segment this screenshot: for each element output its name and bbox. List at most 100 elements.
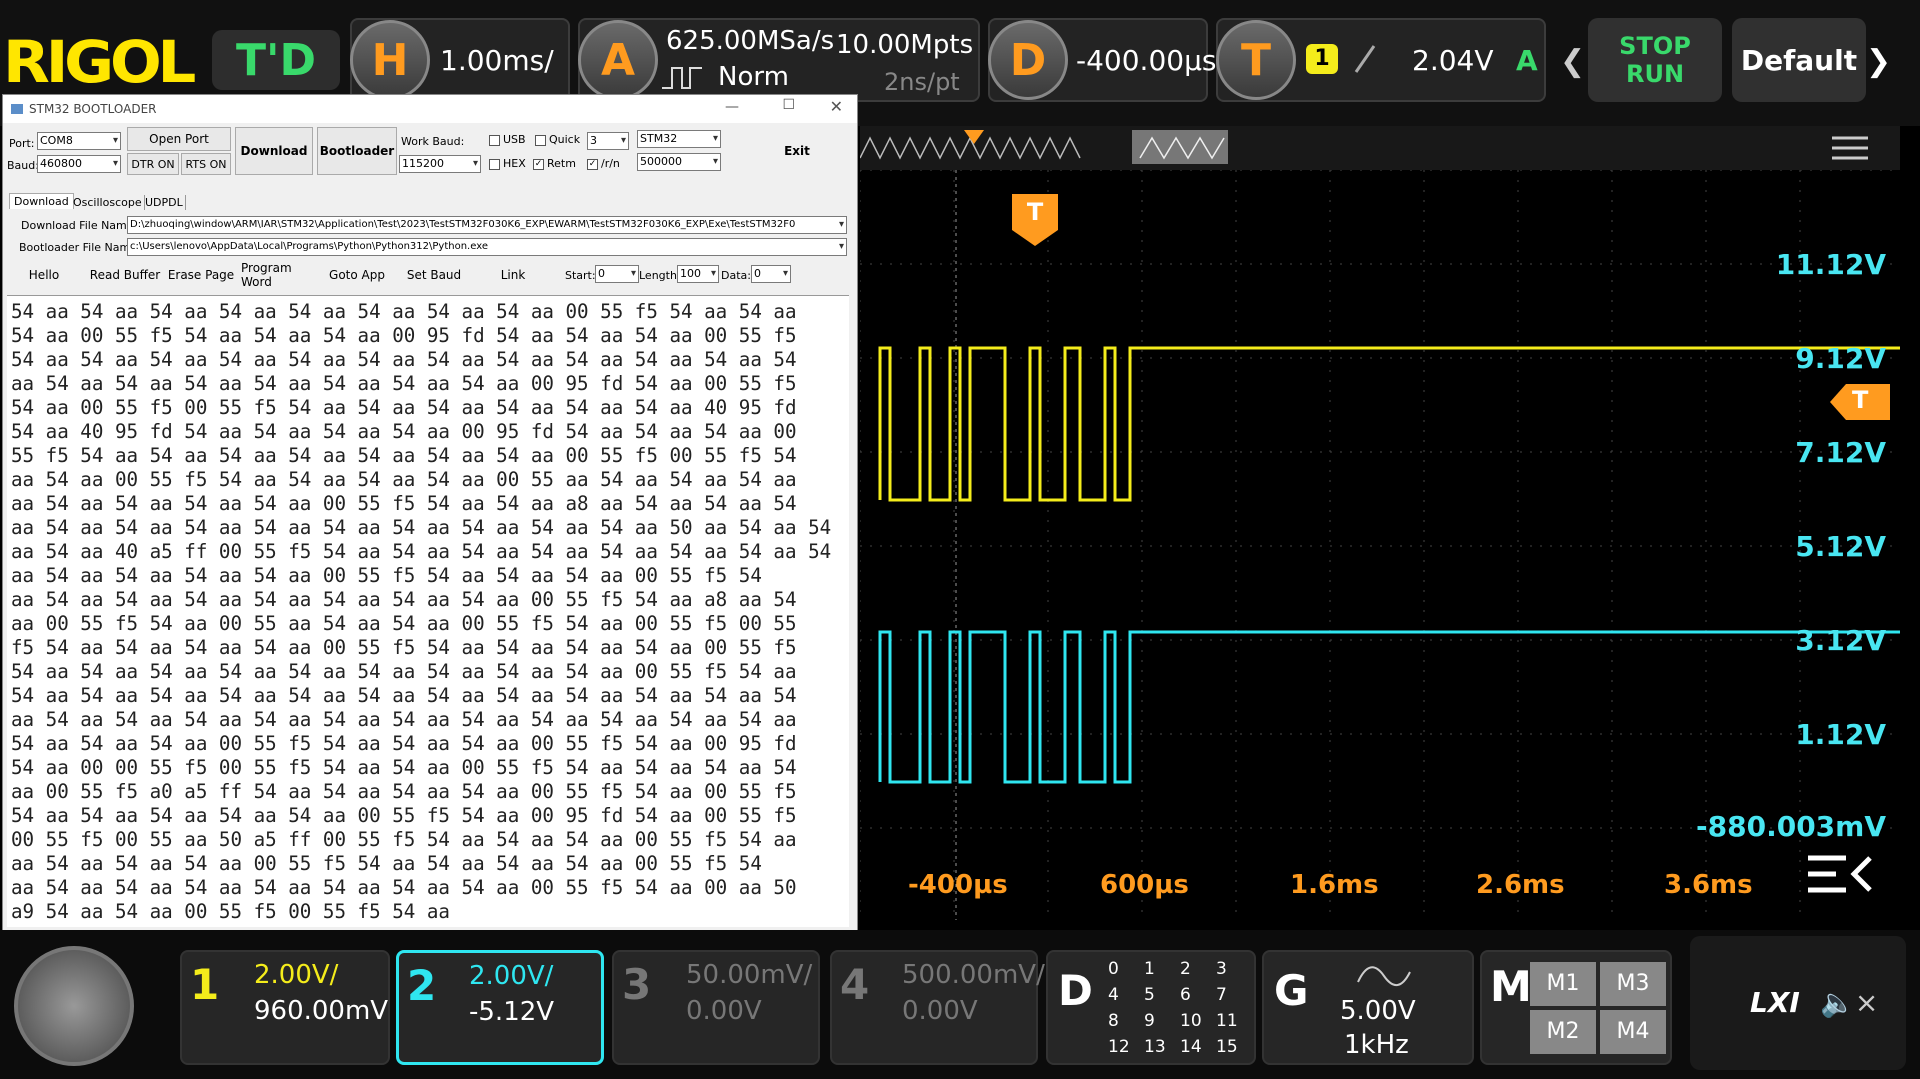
download-file-label: Download File Name: [21, 219, 138, 232]
waveform-icon [660, 62, 706, 92]
program-word-button[interactable]: Program Word [241, 261, 317, 289]
ch2-offset: -5.12V [469, 997, 555, 1027]
hex-line: aa 54 aa 40 a5 ff 00 55 f5 54 aa 54 aa 5… [11, 540, 832, 563]
close-icon[interactable]: ✕ [830, 97, 843, 116]
math-m4-button[interactable]: M4 [1600, 1010, 1666, 1054]
math-m1-button[interactable]: M1 [1530, 962, 1596, 1006]
mode-indicator[interactable]: T'D [212, 30, 340, 90]
hex-line: aa 54 aa 54 aa 54 aa 54 aa 54 aa 54 aa 5… [11, 588, 797, 611]
checkbox-icon[interactable] [489, 158, 500, 170]
baud-select[interactable]: 460800 [37, 155, 121, 173]
dtr-button[interactable]: DTR ON [127, 153, 179, 175]
rn-checkbox[interactable]: ✓/r/n [587, 157, 620, 170]
channel3-box[interactable]: 3 50.00mV/ 0.00V [612, 950, 820, 1065]
digital-channel: 4 [1108, 985, 1119, 1005]
waveform-display[interactable] [859, 169, 1900, 923]
math-box[interactable]: M M1 M3 M2 M4 [1480, 950, 1672, 1065]
start-label: Start: [565, 269, 596, 282]
hex-output-textarea[interactable]: 54 aa 54 aa 54 aa 54 aa 54 aa 54 aa 54 a… [7, 295, 849, 927]
bootloader-button[interactable]: Bootloader [317, 127, 397, 175]
minimize-icon[interactable]: — [725, 99, 739, 115]
retm-checkbox[interactable]: ✓ Retm [533, 157, 576, 170]
length-input[interactable]: 100 [677, 265, 719, 283]
memory-overview-bar[interactable] [859, 126, 1900, 170]
set-baud-button[interactable]: Set Baud [399, 263, 469, 287]
math-m3-button[interactable]: M3 [1600, 962, 1666, 1006]
ch3-scale: 50.00mV/ [686, 960, 813, 990]
checkbox-icon[interactable] [535, 134, 546, 146]
hex-checkbox[interactable]: HEX [489, 157, 526, 170]
trigger-position-marker[interactable]: T [1012, 194, 1058, 246]
collapse-icon[interactable] [1806, 852, 1876, 896]
download-button[interactable]: Download [235, 127, 313, 175]
tab-download[interactable]: Download [9, 193, 74, 209]
check-icon[interactable]: ✓ [533, 158, 544, 170]
default-button[interactable]: Default [1732, 18, 1866, 102]
rate-select[interactable]: 500000 [637, 153, 721, 171]
ch1-scale: 2.00V/ [254, 960, 339, 990]
delay-button[interactable]: D [988, 20, 1068, 100]
chevron-right-icon[interactable]: ❯ [1866, 44, 1891, 79]
open-port-button[interactable]: Open Port [127, 127, 231, 151]
trigger-level: 2.04V [1412, 44, 1494, 77]
channel1-box[interactable]: 1 2.00V/ 960.00mV [180, 950, 390, 1065]
trigger-level-marker[interactable]: T [1830, 384, 1890, 420]
digital-box[interactable]: D 0 1 2 3 4 5 6 7 8 9 10 11 12 13 14 15 [1046, 950, 1256, 1065]
goto-app-button[interactable]: Goto App [323, 263, 391, 287]
hello-button[interactable]: Hello [9, 263, 79, 287]
hex-line: 54 aa 00 00 55 f5 00 55 f5 54 aa 54 aa 0… [11, 756, 797, 779]
work-baud-select[interactable]: 115200 [399, 155, 481, 173]
check-icon[interactable]: ✓ [587, 158, 598, 170]
math-m2-button[interactable]: M2 [1530, 1010, 1596, 1054]
horizontal-button[interactable]: H [350, 20, 430, 100]
tab-oscilloscope[interactable]: Oscilloscope [71, 195, 145, 210]
usb-checkbox[interactable]: USB [489, 133, 526, 146]
read-buffer-button[interactable]: Read Buffer [89, 263, 161, 287]
download-file-input[interactable]: D:\zhuoqing\window\ARM\IAR\STM32\Applica… [127, 216, 847, 234]
chevron-left-icon[interactable]: ❮ [1560, 44, 1585, 79]
link-button[interactable]: Link [475, 263, 551, 287]
channel2-box[interactable]: 2 2.00V/ -5.12V [396, 950, 604, 1065]
acquire-button[interactable]: A [578, 20, 658, 100]
menu-icon[interactable] [1830, 134, 1870, 162]
generator-label: G [1274, 966, 1309, 1015]
generator-box[interactable]: G 5.00V 1kHz [1262, 950, 1474, 1065]
erase-page-button[interactable]: Erase Page [167, 263, 235, 287]
tab-udpdl[interactable]: UDPDL [143, 195, 186, 210]
channel4-box[interactable]: 4 500.00mV/ 0.00V [830, 950, 1045, 1065]
stop-label: STOP [1619, 32, 1691, 60]
digital-channel: 11 [1216, 1011, 1238, 1031]
gear-icon[interactable] [14, 946, 134, 1066]
bootloader-window[interactable]: STM32 BOOTLOADER — ☐ ✕ Port: COM8 Baud: … [2, 94, 858, 952]
hex-line: aa 54 aa 54 aa 54 aa 54 aa 00 55 f5 54 a… [11, 564, 762, 587]
hex-line: aa 54 aa 54 aa 54 aa 54 aa 54 aa 54 aa 5… [11, 708, 797, 731]
digital-channel: 5 [1144, 985, 1155, 1005]
quick-select[interactable]: 3 [587, 132, 629, 150]
y-tick-label: 3.12V [1795, 624, 1886, 657]
checkbox-icon[interactable] [489, 134, 500, 146]
stop-run-button[interactable]: STOP RUN [1588, 18, 1722, 102]
x-tick-label: 600µs [1100, 870, 1189, 900]
maximize-icon[interactable]: ☐ [782, 97, 795, 113]
digital-channel-grid: 0 1 2 3 4 5 6 7 8 9 10 11 12 13 14 15 [1108, 956, 1252, 1060]
port-select[interactable]: COM8 [37, 132, 121, 150]
rts-button[interactable]: RTS ON [181, 153, 231, 175]
exit-button[interactable]: Exit [737, 127, 857, 175]
hex-line: aa 54 aa 54 aa 54 aa 54 aa 54 aa 54 aa 5… [11, 876, 797, 899]
retm-label: Retm [547, 157, 576, 170]
rn-label: /r/n [601, 157, 620, 170]
trigger-button[interactable]: T [1216, 20, 1296, 100]
window-title-bar[interactable]: STM32 BOOTLOADER — ☐ ✕ [3, 95, 857, 123]
start-input[interactable]: 0 [595, 265, 639, 283]
generator-amplitude: 5.00V [1340, 996, 1416, 1026]
x-tick-label: 3.6ms [1664, 870, 1753, 900]
data-input[interactable]: 0 [751, 265, 791, 283]
chip-select[interactable]: STM32 [637, 130, 721, 148]
digital-channel: 1 [1144, 959, 1155, 979]
y-tick-label: 7.12V [1795, 436, 1886, 469]
speaker-muted-icon[interactable]: 🔈× [1820, 986, 1878, 1019]
quick-checkbox[interactable]: Quick [535, 133, 580, 146]
bootloader-file-input[interactable]: c:\Users\lenovo\AppData\Local\Programs\P… [127, 238, 847, 256]
hex-line: 54 aa 54 aa 54 aa 00 55 f5 54 aa 54 aa 5… [11, 732, 797, 755]
lxi-icon[interactable]: LXI [1750, 986, 1800, 1019]
